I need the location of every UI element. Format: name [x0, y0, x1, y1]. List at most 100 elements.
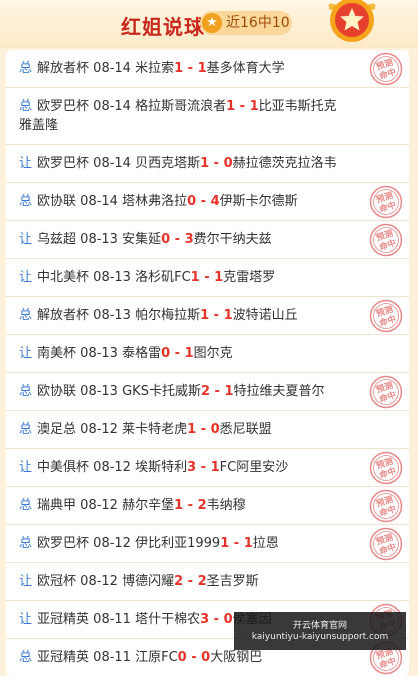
list-item[interactable]: 总解放者杯 08-13 帕尔梅拉斯1 - 1波特诺山丘 预测 命中: [6, 297, 409, 335]
away-score: 1: [197, 61, 207, 76]
home-score: 1: [187, 422, 197, 437]
watermark-line-1: 开云体育官网: [292, 621, 347, 631]
league-name: 乌兹超: [37, 232, 77, 247]
away-score: 0: [223, 612, 233, 627]
away-team: FC阿里安沙: [219, 460, 289, 475]
home-team: 安集延: [122, 232, 162, 247]
list-item[interactable]: 让中美俱杯 08-12 埃斯特利3 - 1FC阿里安沙 预测 命中: [6, 449, 409, 487]
match-date: 08-11: [93, 650, 131, 665]
match-date: 08-13: [80, 232, 118, 247]
score-separator: -: [209, 308, 224, 323]
away-team: 悉尼联盟: [219, 422, 272, 437]
league-name: 瑞典甲: [37, 498, 77, 513]
league-name: 欧罗巴杯: [37, 156, 90, 171]
hit-stamp: 预测命中: [369, 223, 403, 257]
home-score: 3: [187, 460, 197, 475]
away-score: 1: [210, 460, 220, 475]
list-item[interactable]: 总欧协联 08-14 塔林弗洛拉0 - 4伊斯卡尔德斯 预测 命中: [6, 183, 409, 221]
home-team: 埃斯特利: [135, 460, 188, 475]
bet-type: 总: [19, 650, 33, 665]
away-score: 0: [210, 422, 220, 437]
match-date: 08-14: [93, 99, 131, 114]
home-team: 江原FC: [135, 650, 178, 665]
away-team: 费尔干纳夫兹: [193, 232, 272, 247]
bet-type: 总: [19, 498, 33, 513]
home-score: 0: [161, 232, 171, 247]
league-name: 亚冠精英: [37, 612, 90, 627]
home-team: 塔什干棉农: [135, 612, 201, 627]
away-score: 2: [197, 574, 207, 589]
bet-type: 总: [19, 61, 33, 76]
away-score: 3: [184, 232, 194, 247]
home-team: GKS卡托威斯: [122, 384, 201, 399]
list-item[interactable]: 让乌兹超 08-13 安集延0 - 3费尔干纳夫兹 预测 命中: [6, 221, 409, 259]
list-item[interactable]: 让南美杯 08-13 泰格雷0 - 1图尔克: [6, 335, 409, 373]
bet-type: 总: [19, 99, 33, 114]
watermark-line-2: kaiyuntiyu-kaiyunsupport.com: [251, 632, 389, 642]
league-name: 南美杯: [37, 346, 77, 361]
score-separator: -: [183, 61, 198, 76]
list-item[interactable]: 让欧罗巴杯 08-14 贝西克塔斯1 - 0赫拉德茨克拉洛韦: [6, 145, 409, 183]
home-score: 1: [174, 498, 184, 513]
score-separator: -: [196, 422, 211, 437]
hit-stamp: 预测命中: [369, 52, 403, 86]
list-item[interactable]: 总欧罗巴杯 08-14 格拉斯哥流浪者1 - 1比亚韦斯托克雅盖隆: [6, 88, 409, 145]
prediction-list: 总解放者杯 08-14 米拉索1 - 1基多体育大学 预测 命中总欧罗巴杯 08-1…: [6, 50, 409, 676]
away-score: 1: [184, 346, 194, 361]
bet-type: 总: [19, 308, 33, 323]
score-separator: -: [183, 574, 198, 589]
league-name: 欧冠杯: [37, 574, 77, 589]
away-team: 伊斯卡尔德斯: [219, 194, 298, 209]
match-date: 08-12: [93, 536, 131, 551]
league-name: 亚冠精英: [37, 650, 90, 665]
score-separator: -: [229, 536, 244, 551]
league-name: 欧协联: [37, 384, 77, 399]
bet-type: 让: [19, 460, 33, 475]
hit-stamp: 预测命中: [369, 527, 403, 561]
bet-type: 总: [19, 536, 33, 551]
away-score: 1: [243, 536, 253, 551]
away-team: 图尔克: [193, 346, 233, 361]
away-score: 1: [214, 270, 224, 285]
list-item[interactable]: 总瑞典甲 08-12 赫尔辛堡1 - 2韦纳穆 预测 命中: [6, 487, 409, 525]
hit-stamp: 预测命中: [369, 185, 403, 219]
match-date: 08-12: [80, 422, 118, 437]
bet-type: 让: [19, 574, 33, 589]
match-date: 08-11: [93, 612, 131, 627]
home-score: 2: [174, 574, 184, 589]
match-date: 08-12: [80, 498, 118, 513]
match-date: 08-12: [80, 574, 118, 589]
home-score: 1: [200, 308, 210, 323]
match-date: 08-13: [80, 384, 118, 399]
home-team: 博德闪耀: [122, 574, 175, 589]
list-item[interactable]: 总解放者杯 08-14 米拉索1 - 1基多体育大学 预测 命中: [6, 50, 409, 88]
away-team: 波特诺山丘: [232, 308, 298, 323]
list-item[interactable]: 总澳足总 08-12 莱卡特老虎1 - 0悉尼联盟: [6, 411, 409, 449]
away-score: 0: [223, 156, 233, 171]
list-item[interactable]: 让中北美杯 08-13 洛杉矶FC1 - 1克雷塔罗: [6, 259, 409, 297]
home-team: 洛杉矶FC: [135, 270, 191, 285]
hit-stamp: 预测命中: [369, 451, 403, 485]
score-separator: -: [209, 156, 224, 171]
list-item[interactable]: 让欧冠杯 08-12 博德闪耀2 - 2圣吉罗斯: [6, 563, 409, 601]
list-item[interactable]: 总欧协联 08-13 GKS卡托威斯2 - 1特拉维夫夏普尔 预测 命中: [6, 373, 409, 411]
score-separator: -: [235, 99, 250, 114]
home-score: 0: [161, 346, 171, 361]
header: 红姐说球 ★ 近16中10: [0, 0, 418, 48]
match-date: 08-13: [93, 270, 131, 285]
away-score: 4: [210, 194, 220, 209]
away-score: 1: [249, 99, 259, 114]
away-score: 0: [201, 650, 211, 665]
match-date: 08-14: [80, 194, 118, 209]
home-score: 3: [200, 612, 210, 627]
page-title: 红姐说球: [121, 15, 205, 39]
league-name: 欧罗巴杯: [37, 536, 90, 551]
bet-type: 让: [19, 156, 33, 171]
league-name: 澳足总: [37, 422, 77, 437]
away-team: 基多体育大学: [206, 61, 285, 76]
medal-icon: [328, 0, 376, 42]
home-team: 塔林弗洛拉: [122, 194, 188, 209]
home-score: 1: [226, 99, 236, 114]
list-item[interactable]: 总欧罗巴杯 08-12 伊比利亚19991 - 1拉恩 预测 命中: [6, 525, 409, 563]
league-name: 中北美杯: [37, 270, 90, 285]
